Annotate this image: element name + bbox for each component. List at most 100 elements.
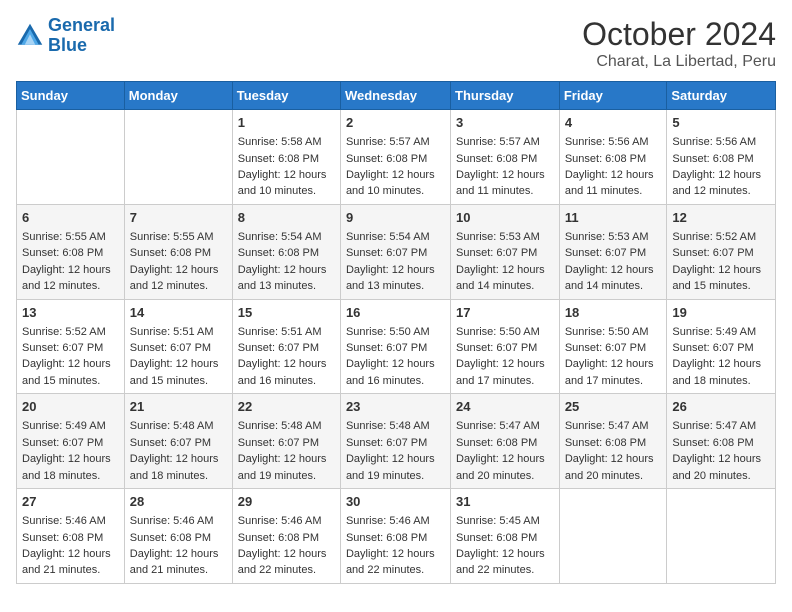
day-cell: 25Sunrise: 5:47 AM Sunset: 6:08 PM Dayli…	[559, 394, 667, 489]
day-number: 15	[238, 304, 335, 322]
day-number: 26	[672, 398, 770, 416]
day-cell	[667, 489, 776, 584]
day-number: 17	[456, 304, 554, 322]
header-wednesday: Wednesday	[340, 82, 450, 110]
day-detail: Sunrise: 5:49 AM Sunset: 6:07 PM Dayligh…	[672, 326, 761, 387]
day-cell: 19 Sunrise: 5:49 AM Sunset: 6:07 PM Dayli…	[667, 299, 776, 394]
week-row-5: 27 Sunrise: 5:46 AM Sunset: 6:08 PM Dayli…	[17, 489, 776, 584]
day-number: 30	[346, 493, 445, 511]
day-detail: Sunrise: 5:55 AM Sunset: 6:08 PM Dayligh…	[22, 231, 111, 292]
header-thursday: Thursday	[451, 82, 560, 110]
day-number: 13	[22, 304, 119, 322]
day-number: 14	[130, 304, 227, 322]
day-number: 19	[672, 304, 770, 322]
day-cell	[17, 110, 125, 205]
day-cell: 30 Sunrise: 5:46 AM Sunset: 6:08 PM Dayli…	[340, 489, 450, 584]
day-detail: Sunrise: 5:49 AM Sunset: 6:07 PM Dayligh…	[22, 420, 111, 481]
day-detail: Sunrise: 5:56 AM Sunset: 6:08 PM Dayligh…	[565, 136, 654, 197]
day-cell: 12 Sunrise: 5:52 AM Sunset: 6:07 PM Dayli…	[667, 204, 776, 299]
day-cell: 27 Sunrise: 5:46 AM Sunset: 6:08 PM Dayli…	[17, 489, 125, 584]
day-cell: 14 Sunrise: 5:51 AM Sunset: 6:07 PM Dayli…	[124, 299, 232, 394]
day-detail: Sunrise: 5:57 AM Sunset: 6:08 PM Dayligh…	[346, 136, 435, 197]
day-number: 23	[346, 398, 445, 416]
day-number: 25	[565, 398, 662, 416]
day-detail: Sunrise: 5:55 AM Sunset: 6:08 PM Dayligh…	[130, 231, 219, 292]
day-number: 20	[22, 398, 119, 416]
logo-icon	[16, 22, 44, 50]
day-detail: Sunrise: 5:51 AM Sunset: 6:07 PM Dayligh…	[130, 326, 219, 387]
header-tuesday: Tuesday	[232, 82, 340, 110]
day-detail: Sunrise: 5:58 AM Sunset: 6:08 PM Dayligh…	[238, 136, 327, 197]
day-detail: Sunrise: 5:50 AM Sunset: 6:07 PM Dayligh…	[456, 326, 545, 387]
header-sunday: Sunday	[17, 82, 125, 110]
day-cell: 9Sunrise: 5:54 AM Sunset: 6:07 PM Daylig…	[340, 204, 450, 299]
day-cell: 13 Sunrise: 5:52 AM Sunset: 6:07 PM Dayli…	[17, 299, 125, 394]
day-number: 29	[238, 493, 335, 511]
page-subtitle: Charat, La Libertad, Peru	[582, 53, 776, 71]
day-detail: Sunrise: 5:53 AM Sunset: 6:07 PM Dayligh…	[565, 231, 654, 292]
day-detail: Sunrise: 5:52 AM Sunset: 6:07 PM Dayligh…	[22, 326, 111, 387]
day-cell: 18 Sunrise: 5:50 AM Sunset: 6:07 PM Dayli…	[559, 299, 667, 394]
day-number: 10	[456, 209, 554, 227]
day-number: 28	[130, 493, 227, 511]
day-number: 27	[22, 493, 119, 511]
day-cell: 1 Sunrise: 5:58 AM Sunset: 6:08 PM Daylig…	[232, 110, 340, 205]
logo: General Blue	[16, 16, 115, 56]
day-detail: Sunrise: 5:46 AM Sunset: 6:08 PM Dayligh…	[238, 515, 327, 576]
day-detail: Sunrise: 5:46 AM Sunset: 6:08 PM Dayligh…	[130, 515, 219, 576]
day-detail: Sunrise: 5:52 AM Sunset: 6:07 PM Dayligh…	[672, 231, 761, 292]
week-row-3: 13 Sunrise: 5:52 AM Sunset: 6:07 PM Dayli…	[17, 299, 776, 394]
day-cell: 7 Sunrise: 5:55 AM Sunset: 6:08 PM Daylig…	[124, 204, 232, 299]
day-cell: 2 Sunrise: 5:57 AM Sunset: 6:08 PM Daylig…	[340, 110, 450, 205]
day-number: 21	[130, 398, 227, 416]
day-number: 6	[22, 209, 119, 227]
day-detail: Sunrise: 5:51 AM Sunset: 6:07 PM Dayligh…	[238, 326, 327, 387]
day-number: 5	[672, 114, 770, 132]
day-number: 8	[238, 209, 335, 227]
day-cell: 28 Sunrise: 5:46 AM Sunset: 6:08 PM Dayli…	[124, 489, 232, 584]
day-cell: 5 Sunrise: 5:56 AM Sunset: 6:08 PM Daylig…	[667, 110, 776, 205]
day-number: 22	[238, 398, 335, 416]
day-cell	[124, 110, 232, 205]
day-detail: Sunrise: 5:46 AM Sunset: 6:08 PM Dayligh…	[22, 515, 111, 576]
day-cell: 16Sunrise: 5:50 AM Sunset: 6:07 PM Dayli…	[340, 299, 450, 394]
day-number: 31	[456, 493, 554, 511]
day-cell: 31Sunrise: 5:45 AM Sunset: 6:08 PM Dayli…	[451, 489, 560, 584]
day-detail: Sunrise: 5:48 AM Sunset: 6:07 PM Dayligh…	[130, 420, 219, 481]
day-detail: Sunrise: 5:47 AM Sunset: 6:08 PM Dayligh…	[672, 420, 761, 481]
day-cell: 10 Sunrise: 5:53 AM Sunset: 6:07 PM Dayli…	[451, 204, 560, 299]
day-number: 7	[130, 209, 227, 227]
calendar-header-row: SundayMondayTuesdayWednesdayThursdayFrid…	[17, 82, 776, 110]
day-cell	[559, 489, 667, 584]
week-row-2: 6 Sunrise: 5:55 AM Sunset: 6:08 PM Daylig…	[17, 204, 776, 299]
title-block: October 2024 Charat, La Libertad, Peru	[582, 16, 776, 71]
day-cell: 29 Sunrise: 5:46 AM Sunset: 6:08 PM Dayli…	[232, 489, 340, 584]
day-number: 12	[672, 209, 770, 227]
day-detail: Sunrise: 5:50 AM Sunset: 6:07 PM Dayligh…	[565, 326, 654, 387]
day-detail: Sunrise: 5:54 AM Sunset: 6:08 PM Dayligh…	[238, 231, 327, 292]
header-friday: Friday	[559, 82, 667, 110]
day-detail: Sunrise: 5:47 AM Sunset: 6:08 PM Dayligh…	[456, 420, 545, 481]
day-cell: 4 Sunrise: 5:56 AM Sunset: 6:08 PM Daylig…	[559, 110, 667, 205]
day-detail: Sunrise: 5:57 AM Sunset: 6:08 PM Dayligh…	[456, 136, 545, 197]
week-row-4: 20 Sunrise: 5:49 AM Sunset: 6:07 PM Dayli…	[17, 394, 776, 489]
day-number: 1	[238, 114, 335, 132]
week-row-1: 1 Sunrise: 5:58 AM Sunset: 6:08 PM Daylig…	[17, 110, 776, 205]
page-title: October 2024	[582, 16, 776, 53]
day-number: 2	[346, 114, 445, 132]
day-detail: Sunrise: 5:46 AM Sunset: 6:08 PM Dayligh…	[346, 515, 435, 576]
day-detail: Sunrise: 5:56 AM Sunset: 6:08 PM Dayligh…	[672, 136, 761, 197]
day-cell: 22Sunrise: 5:48 AM Sunset: 6:07 PM Dayli…	[232, 394, 340, 489]
day-number: 18	[565, 304, 662, 322]
day-cell: 26 Sunrise: 5:47 AM Sunset: 6:08 PM Dayli…	[667, 394, 776, 489]
day-cell: 8 Sunrise: 5:54 AM Sunset: 6:08 PM Daylig…	[232, 204, 340, 299]
day-number: 4	[565, 114, 662, 132]
day-cell: 17 Sunrise: 5:50 AM Sunset: 6:07 PM Dayli…	[451, 299, 560, 394]
day-detail: Sunrise: 5:48 AM Sunset: 6:07 PM Dayligh…	[346, 420, 435, 481]
day-detail: Sunrise: 5:53 AM Sunset: 6:07 PM Dayligh…	[456, 231, 545, 292]
day-cell: 21 Sunrise: 5:48 AM Sunset: 6:07 PM Dayli…	[124, 394, 232, 489]
day-detail: Sunrise: 5:54 AM Sunset: 6:07 PM Dayligh…	[346, 231, 435, 292]
header-saturday: Saturday	[667, 82, 776, 110]
day-cell: 15 Sunrise: 5:51 AM Sunset: 6:07 PM Dayli…	[232, 299, 340, 394]
day-cell: 3Sunrise: 5:57 AM Sunset: 6:08 PM Daylig…	[451, 110, 560, 205]
